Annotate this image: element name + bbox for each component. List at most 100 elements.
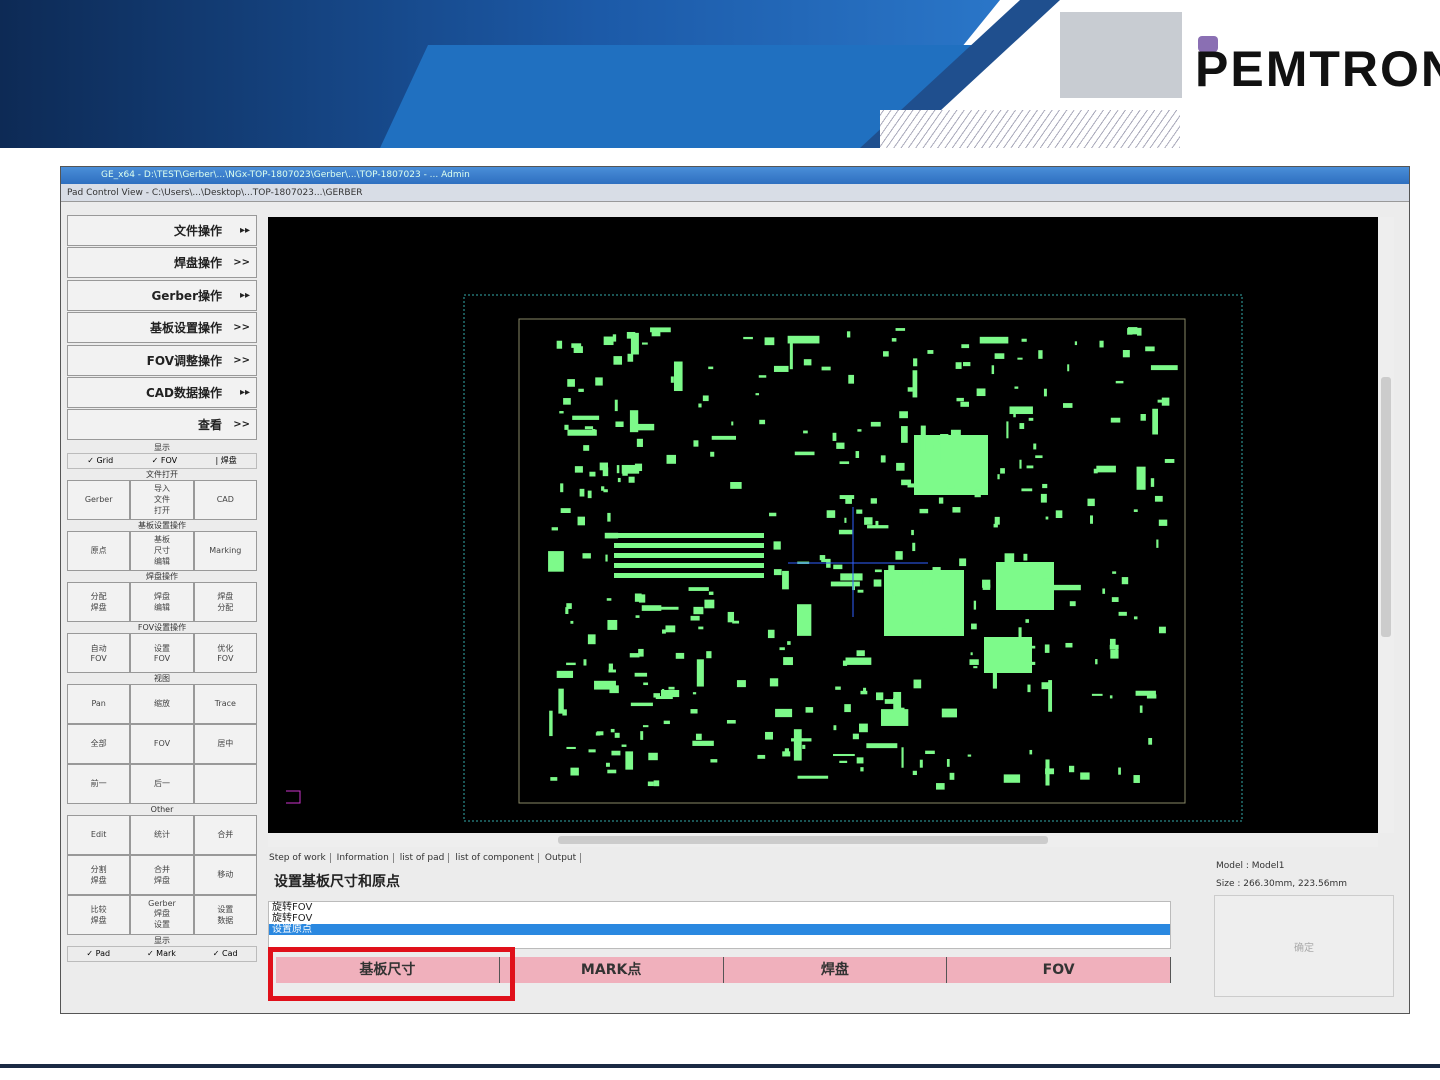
tool-button[interactable]: Pan <box>67 683 131 724</box>
pad <box>994 353 1005 359</box>
pad <box>892 587 896 596</box>
step-title: 设置基板尺寸和原点 <box>274 874 400 890</box>
tab-output[interactable]: Output <box>545 853 582 863</box>
checkbox[interactable]: ✓ Cad <box>213 949 238 958</box>
tool-button[interactable]: 分配 焊盘 <box>67 581 131 622</box>
pad-button[interactable]: 焊盘 <box>724 957 948 983</box>
menu-button[interactable]: 焊盘操作 >> <box>67 247 257 279</box>
pad <box>636 438 643 447</box>
pad <box>979 336 1009 344</box>
menu-button[interactable]: CAD数据操作 ▸▸ <box>67 376 257 408</box>
pad <box>1074 341 1078 346</box>
mark-point-button[interactable]: MARK点 <box>500 957 724 983</box>
tool-button[interactable]: 导入 文件 打开 <box>130 479 194 520</box>
pad <box>870 421 881 427</box>
tool-button[interactable]: 优化 FOV <box>193 632 257 673</box>
checkbox[interactable]: ✓ Pad <box>86 949 110 958</box>
pad <box>657 606 679 610</box>
pad <box>876 692 884 701</box>
tool-button[interactable]: 移动 <box>193 854 257 895</box>
pad <box>895 328 906 331</box>
tool-button[interactable]: 基板 尺寸 编辑 <box>130 530 194 571</box>
vertical-scrollbar[interactable] <box>1378 217 1394 833</box>
tool-button[interactable] <box>193 763 257 804</box>
menu-button[interactable]: FOV调整操作 >> <box>67 344 257 376</box>
pad <box>614 732 620 738</box>
gerber-canvas[interactable] <box>268 217 1378 833</box>
tab-list-of-component[interactable]: list of component <box>455 853 539 863</box>
tool-button[interactable]: FOV <box>130 723 194 764</box>
pad <box>773 569 782 576</box>
pad <box>796 604 812 636</box>
fov-button[interactable]: FOV <box>947 957 1171 983</box>
tab-list-of-pad[interactable]: list of pad <box>400 853 450 863</box>
window-title: GE_x64 - D:\TEST\Gerber\...\NGx-TOP-1807… <box>61 167 1409 184</box>
pad <box>660 689 680 698</box>
pad <box>1158 519 1168 526</box>
list-item-selected[interactable]: 设置原点 <box>269 924 1170 935</box>
step-list[interactable]: 旋转FOV 旋转FOV 设置原点 <box>268 901 1171 949</box>
pad <box>621 744 627 747</box>
pad <box>936 783 945 790</box>
group-title: Other <box>150 804 174 814</box>
pad <box>655 696 673 700</box>
tool-button[interactable]: 原点 <box>67 530 131 571</box>
pad <box>982 579 991 588</box>
tool-button[interactable]: Marking <box>193 530 257 571</box>
pad <box>883 351 889 357</box>
menu-button[interactable]: 查看 >> <box>67 409 257 441</box>
tool-button[interactable]: 焊盘 编辑 <box>130 581 194 622</box>
tool-button[interactable]: 设置 数据 <box>193 894 257 935</box>
tool-button[interactable]: 前一 <box>67 763 131 804</box>
pad <box>1018 627 1022 643</box>
menu-button[interactable]: 文件操作 ▸▸ <box>67 215 257 246</box>
pad <box>1140 414 1146 421</box>
pad <box>638 648 644 657</box>
tool-button[interactable]: 合并 焊盘 <box>130 854 194 895</box>
checkbox[interactable]: ✓ Grid <box>87 456 113 465</box>
horizontal-scrollbar[interactable] <box>268 833 1378 847</box>
list-item[interactable]: 旋转FOV <box>269 913 1170 924</box>
tool-button[interactable]: 设置 FOV <box>130 632 194 673</box>
checkbox[interactable]: | 焊盘 <box>216 455 237 466</box>
tool-button[interactable]: Gerber 焊盘 设置 <box>130 894 194 935</box>
pad <box>787 641 791 645</box>
tool-button[interactable]: Edit <box>67 814 131 855</box>
pad <box>991 365 995 375</box>
tool-button[interactable]: 居中 <box>193 723 257 764</box>
pad <box>1000 468 1005 474</box>
menu-button[interactable]: 基板设置操作 >> <box>67 312 257 344</box>
tool-button[interactable]: 全部 <box>67 723 131 764</box>
tab-information[interactable]: Information <box>337 853 394 863</box>
tool-button[interactable]: 自动 FOV <box>67 632 131 673</box>
expand-arrow-icon: >> <box>233 257 250 269</box>
pad <box>857 589 864 593</box>
tab-step-of-work[interactable]: Step of work <box>269 853 331 863</box>
pad <box>900 412 904 416</box>
tool-button[interactable]: 分割 焊盘 <box>67 854 131 895</box>
tool-button[interactable]: 焊盘 分配 <box>193 581 257 622</box>
checkbox[interactable]: ✓ FOV <box>152 456 177 465</box>
pad <box>839 495 855 500</box>
pad <box>1095 659 1098 665</box>
tool-button[interactable]: 后一 <box>130 763 194 804</box>
tool-button[interactable]: CAD <box>193 479 257 520</box>
tool-button[interactable]: 缩放 <box>130 683 194 724</box>
pad <box>577 516 585 526</box>
pad <box>627 353 634 362</box>
menu-button[interactable]: Gerber操作 ▸▸ <box>67 279 257 311</box>
pad <box>1023 553 1028 561</box>
ok-button[interactable]: 确定 <box>1214 895 1394 997</box>
tool-button[interactable]: Gerber <box>67 479 131 520</box>
tool-button[interactable]: 比较 焊盘 <box>67 894 131 935</box>
pad <box>551 527 558 531</box>
list-item[interactable]: 旋转FOV <box>269 902 1170 913</box>
tool-button[interactable]: Trace <box>193 683 257 724</box>
pad <box>572 415 600 420</box>
pad <box>832 432 837 441</box>
tool-button[interactable]: 合并 <box>193 814 257 855</box>
tool-button[interactable]: 统计 <box>130 814 194 855</box>
pad <box>578 388 584 392</box>
checkbox[interactable]: ✓ Mark <box>147 949 176 958</box>
pad <box>950 429 961 439</box>
